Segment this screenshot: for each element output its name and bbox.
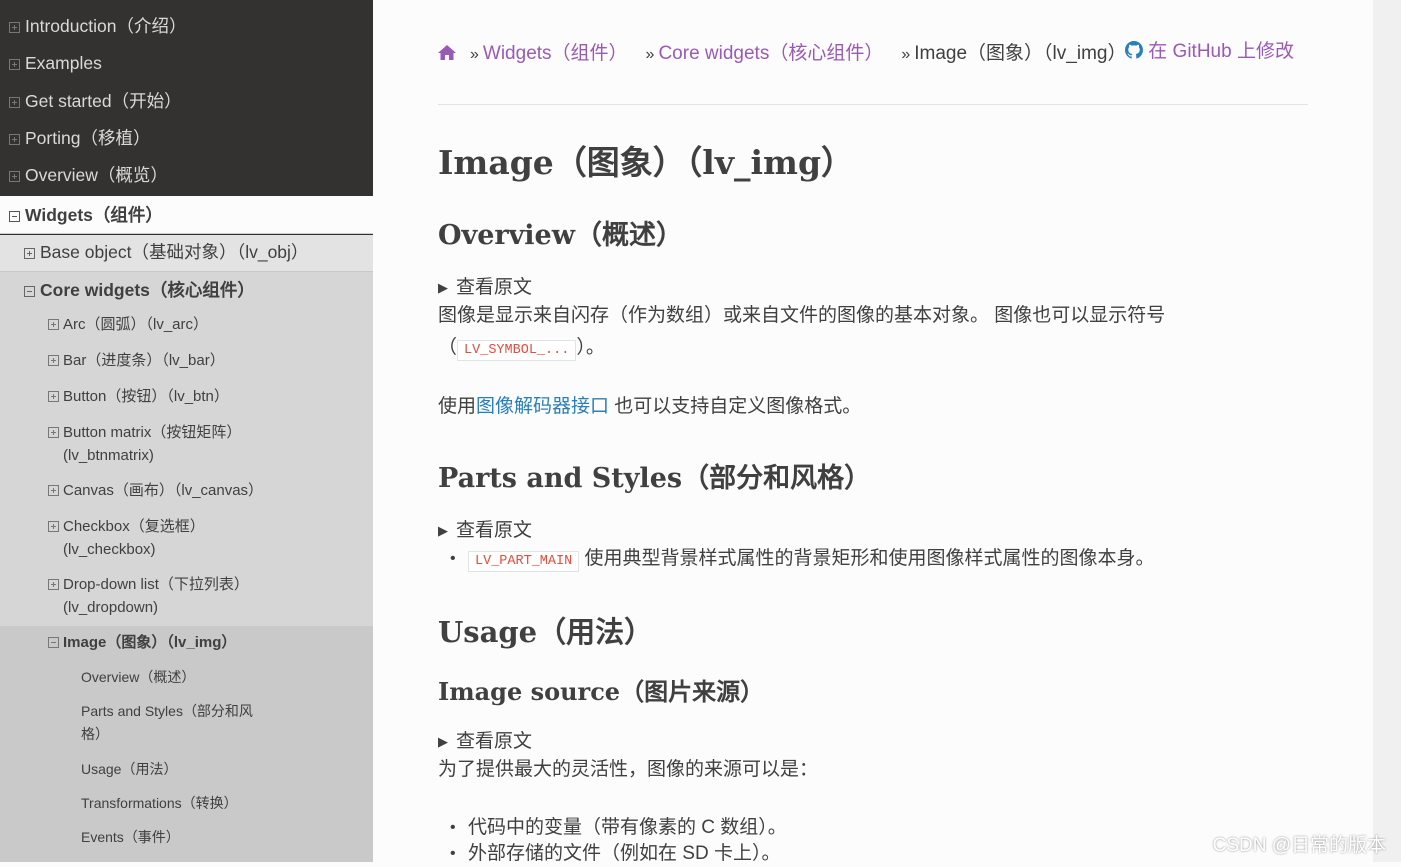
decoder-paragraph: 使用图像解码器接口 也可以支持自定义图像格式。 xyxy=(438,396,862,417)
expand-icon xyxy=(48,355,59,366)
header-divider xyxy=(438,104,1308,105)
nav-sub-transformations[interactable]: Transformations（转换） xyxy=(0,788,373,822)
nav-item-introduction[interactable]: Introduction（介绍） xyxy=(0,8,373,45)
expand-icon xyxy=(9,97,20,108)
source-intro: 为了提供最大的灵活性，图像的来源可以是： xyxy=(438,759,819,780)
triangle-right-icon: ▶ xyxy=(438,734,448,749)
nav-item-dropdown[interactable]: Drop-down list（下拉列表） (lv_dropdown) xyxy=(0,568,373,626)
collapse-icon xyxy=(48,637,59,648)
expand-icon xyxy=(9,59,20,70)
page-title: Image（图象）（lv_img） xyxy=(438,143,855,182)
nav-item-core-widgets[interactable]: Core widgets（核心组件） xyxy=(0,272,373,309)
expand-icon xyxy=(48,319,59,330)
nav-item-button-matrix[interactable]: Button matrix（按钮矩阵） (lv_btnmatrix) xyxy=(0,417,373,474)
parts-list: LV_PART_MAIN 使用典型背景样式属性的背景矩形和使用图像样式属性的图像… xyxy=(438,545,1155,576)
nav-item-base-object[interactable]: Base object（基础对象）（lv_obj） xyxy=(0,235,373,272)
list-item: 代码中的变量（带有像素的 C 数组）。 xyxy=(438,815,787,841)
list-item: LV_PART_MAIN 使用典型背景样式属性的背景矩形和使用图像样式属性的图像… xyxy=(438,545,1155,576)
nav-item-checkbox[interactable]: Checkbox（复选框） (lv_checkbox) xyxy=(0,510,373,568)
nav-item-button[interactable]: Button（按钮）（lv_btn） xyxy=(0,381,373,417)
expand-icon xyxy=(24,248,35,259)
nav-item-widgets[interactable]: Widgets（组件） xyxy=(0,196,373,234)
sidebar: Introduction（介绍） Examples Get started（开始… xyxy=(0,0,373,862)
image-decoder-link[interactable]: 图像解码器接口 xyxy=(476,396,609,417)
expand-icon xyxy=(9,134,20,145)
section-heading-usage: Usage（用法） xyxy=(438,615,654,649)
section-heading-image-source: Image source（图片来源） xyxy=(438,677,765,706)
nav-sub-events[interactable]: Events（事件） xyxy=(0,822,373,862)
triangle-right-icon: ▶ xyxy=(438,523,448,538)
triangle-right-icon: ▶ xyxy=(438,280,448,295)
expand-icon xyxy=(48,579,59,590)
expand-icon xyxy=(48,427,59,438)
nav-sub-overview[interactable]: Overview（概述） xyxy=(0,662,373,696)
breadcrumb: » Widgets（组件）» Core widgets（核心组件）» Image（图象… xyxy=(438,40,1308,69)
nav-sub-usage[interactable]: Usage（用法） xyxy=(0,754,373,788)
nav-sub-parts-styles[interactable]: Parts and Styles（部分和风 格） xyxy=(0,696,373,754)
expand-icon xyxy=(48,391,59,402)
github-icon xyxy=(1125,41,1143,59)
section-heading-parts-styles: Parts and Styles（部分和风格） xyxy=(438,463,872,494)
nav-item-porting[interactable]: Porting（移植） xyxy=(0,120,373,157)
symbol-code: LV_SYMBOL_... xyxy=(457,340,577,361)
part-main-code: LV_PART_MAIN xyxy=(468,551,580,572)
nav-item-image[interactable]: Image（图象）（lv_img） xyxy=(0,626,373,662)
breadcrumb-widgets-link[interactable]: Widgets（组件） xyxy=(483,43,628,64)
nav-item-arc[interactable]: Arc（圆弧）（lv_arc） xyxy=(0,309,373,345)
view-original-toggle[interactable]: ▶ 查看原文 xyxy=(438,274,532,302)
collapse-icon xyxy=(9,211,20,222)
source-list: 代码中的变量（带有像素的 C 数组）。 外部存储的文件（例如在 SD 卡上）。 xyxy=(438,815,787,867)
nav-item-bar[interactable]: Bar（进度条）（lv_bar） xyxy=(0,345,373,381)
expand-icon xyxy=(48,521,59,532)
overview-paragraph: 图像是显示来自闪存（作为数组）或来自文件的图像的基本对象。 图像也可以显示符号（… xyxy=(438,300,1238,367)
expand-icon xyxy=(48,485,59,496)
nav-item-canvas[interactable]: Canvas（画布）（lv_canvas） xyxy=(0,474,373,510)
home-icon[interactable] xyxy=(438,45,456,60)
scrollbar-track[interactable] xyxy=(1373,0,1401,862)
edit-on-github-link[interactable]: 在 GitHub 上修改 xyxy=(1125,38,1294,66)
breadcrumb-current: Image（图象）（lv_img） xyxy=(914,43,1127,64)
view-original-toggle[interactable]: ▶ 查看原文 xyxy=(438,517,532,545)
view-original-toggle[interactable]: ▶ 查看原文 xyxy=(438,728,532,756)
breadcrumb-core-link[interactable]: Core widgets（核心组件） xyxy=(658,43,883,64)
expand-icon xyxy=(9,22,20,33)
nav-item-get-started[interactable]: Get started（开始） xyxy=(0,83,373,120)
list-item: 外部存储的文件（例如在 SD 卡上）。 xyxy=(438,841,787,867)
collapse-icon xyxy=(24,286,35,297)
expand-icon xyxy=(9,171,20,182)
nav-item-examples[interactable]: Examples xyxy=(0,45,373,82)
watermark: CSDN @日常的版本 xyxy=(1212,835,1386,856)
nav-item-overview[interactable]: Overview（概览） xyxy=(0,157,373,194)
section-heading-overview: Overview（概述） xyxy=(438,220,683,251)
